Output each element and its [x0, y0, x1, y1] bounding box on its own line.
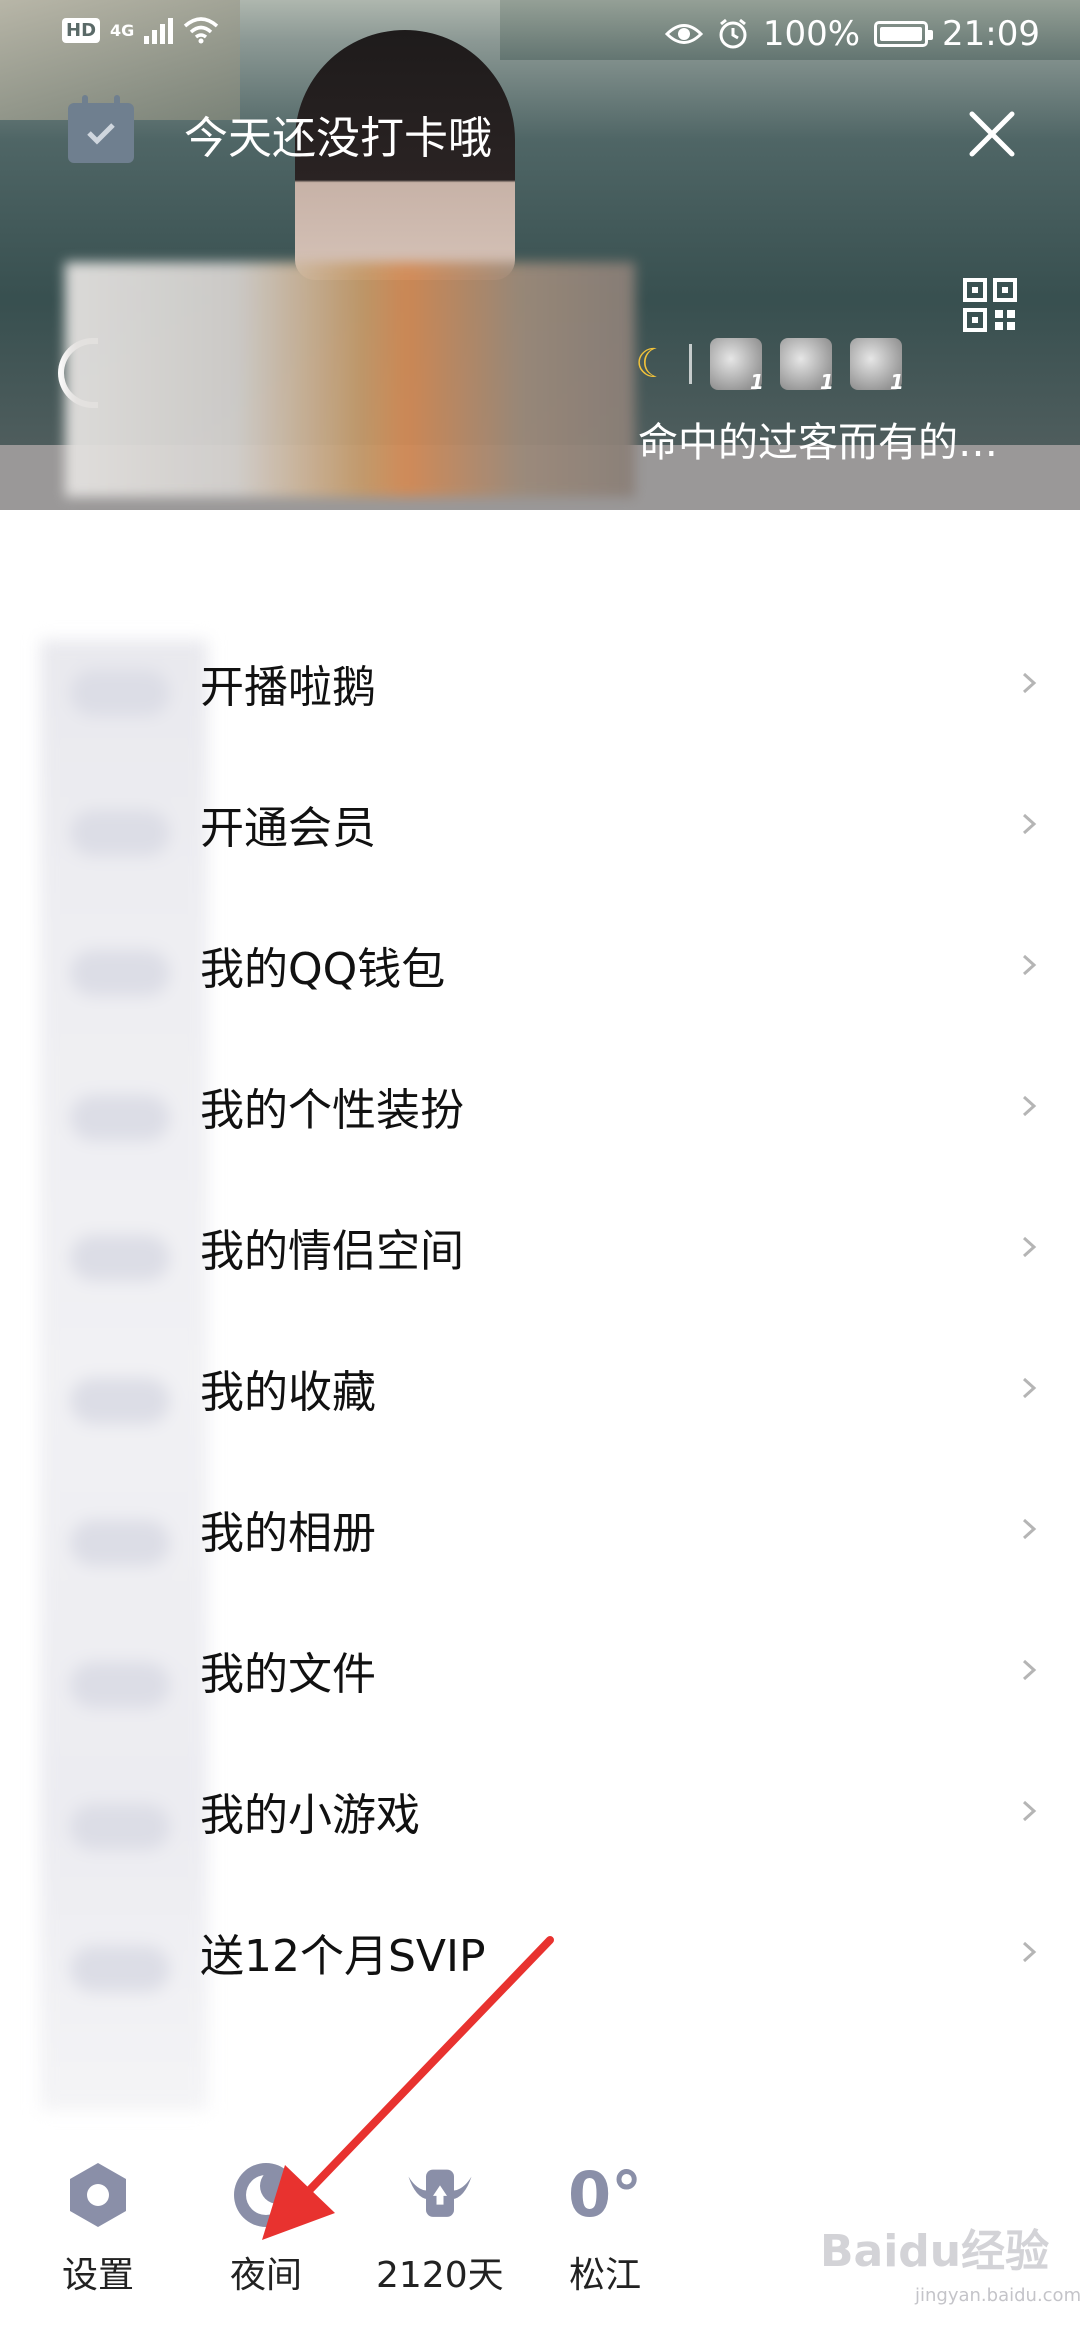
weather-city: 松江 [569, 2255, 642, 2296]
menu-item-label: 我的小游戏 [200, 1789, 420, 1841]
chevron-right-icon [1022, 672, 1037, 693]
diamond-badge-icon: 1 [849, 338, 904, 394]
winged-badge-icon [408, 2169, 472, 2217]
chevron-right-icon [1022, 1659, 1037, 1680]
baidu-watermark-url: jingyan.baidu.com [915, 2285, 1080, 2306]
qr-code-icon[interactable] [963, 278, 1017, 332]
chevron-right-icon [1022, 1800, 1037, 1821]
battery-icon [874, 21, 934, 47]
blurred-profile-info [65, 262, 635, 497]
chevron-right-icon [1022, 813, 1037, 834]
wifi-icon [184, 17, 219, 44]
settings-label: 设置 [62, 2255, 135, 2296]
status-right: 100% 21:09 [664, 14, 1040, 54]
chevron-right-icon [1022, 954, 1037, 975]
level-badges[interactable]: ☾ 1 1 1 [635, 338, 904, 394]
chevron-right-icon [1022, 1941, 1037, 1962]
menu-item-label: 开通会员 [200, 802, 376, 854]
alarm-icon [719, 18, 747, 49]
weather-button[interactable]: 0° 松江 [568, 2160, 642, 2298]
network-type: 4G [110, 20, 135, 40]
menu-item-favorites[interactable]: 我的收藏 [0, 1317, 1080, 1458]
baidu-watermark: Baidu经验 [820, 2226, 1050, 2277]
menu-item-album[interactable]: 我的相册 [0, 1458, 1080, 1599]
night-mode-label: 夜间 [230, 2255, 303, 2296]
menu-item-label: 我的收藏 [200, 1366, 376, 1418]
checkin-calendar-icon[interactable] [68, 95, 134, 163]
status-left: HD 4G [62, 16, 219, 44]
personal-signature[interactable]: 命中的过客而有的… [638, 410, 998, 468]
menu-item-membership[interactable]: 开通会员 [0, 753, 1080, 894]
settings-button[interactable]: 设置 [62, 2160, 134, 2298]
badge-divider [688, 344, 692, 384]
menu-item-files[interactable]: 我的文件 [0, 1599, 1080, 1740]
checkin-prompt[interactable]: 今天还没打卡哦 [184, 102, 492, 166]
profile-header: HD 4G 100% 21:09 今天还没打卡哦 ☾ 1 1 1 命中的过客而有… [0, 0, 1080, 510]
eye-icon [664, 24, 703, 44]
chevron-right-icon [1022, 1518, 1037, 1539]
menu-item-label: 我的个性装扮 [200, 1084, 464, 1136]
menu-item-label: 送12个月SVIP [200, 1930, 486, 1982]
gear-icon [70, 2163, 126, 2227]
chevron-right-icon [1022, 1236, 1037, 1257]
qq-age-button[interactable]: 2120天 [376, 2160, 504, 2298]
menu-list: 开播啦鹅 开通会员 我的QQ钱包 我的个性装扮 我的情侣空间 我的收藏 我的相册… [0, 612, 1080, 2022]
close-icon[interactable] [958, 100, 1026, 168]
menu-item-wallet[interactable]: 我的QQ钱包 [0, 894, 1080, 1035]
chevron-right-icon [1022, 1095, 1037, 1116]
clock: 21:09 [942, 14, 1040, 54]
chevron-right-icon [1022, 1377, 1037, 1398]
qq-age-label: 2120天 [376, 2255, 504, 2296]
menu-item-label: 我的QQ钱包 [200, 943, 446, 995]
menu-item-svip-gift[interactable]: 送12个月SVIP [0, 1881, 1080, 2022]
moon-icon: ☾ [635, 341, 671, 387]
menu-item-live[interactable]: 开播啦鹅 [0, 612, 1080, 753]
menu-item-themes[interactable]: 我的个性装扮 [0, 1035, 1080, 1176]
menu-item-couple-space[interactable]: 我的情侣空间 [0, 1176, 1080, 1317]
menu-item-label: 开播啦鹅 [200, 661, 376, 713]
night-mode-icon [234, 2163, 298, 2227]
hd-indicator: HD [62, 17, 101, 43]
menu-item-mini-games[interactable]: 我的小游戏 [0, 1740, 1080, 1881]
badge-count: 1 [819, 370, 834, 394]
status-bar: HD 4G 100% 21:09 [0, 0, 1080, 72]
menu-item-label: 我的文件 [200, 1648, 376, 1700]
signal-icon [144, 16, 174, 44]
night-mode-button[interactable]: 夜间 [230, 2160, 302, 2298]
badge-count: 1 [889, 370, 904, 394]
penguin-badge-icon: 1 [779, 338, 834, 394]
menu-item-label: 我的相册 [200, 1507, 376, 1559]
badge-count: 1 [749, 370, 764, 394]
menu-item-label: 我的情侣空间 [200, 1225, 464, 1277]
battery-percent: 100% [762, 14, 861, 54]
crown-badge-icon: 1 [709, 338, 764, 394]
weather-temperature: 0° [568, 2158, 643, 2231]
